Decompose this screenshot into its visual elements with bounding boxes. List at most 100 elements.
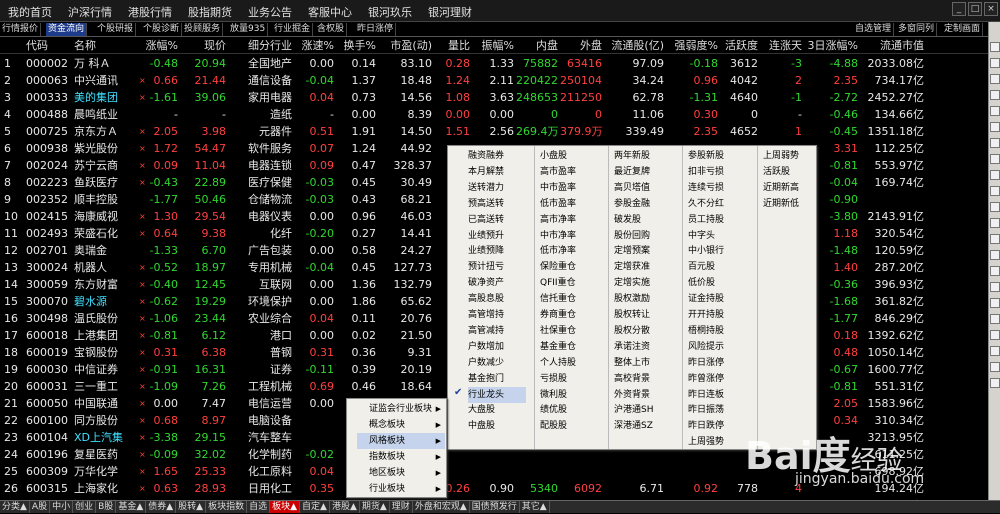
submenu-item[interactable]: 破发股 (614, 212, 672, 228)
submenu-item[interactable]: 两年新股 (614, 148, 672, 164)
tab-item[interactable]: 行业掘金 (272, 23, 314, 36)
submenu-item[interactable]: 定增实施 (614, 275, 672, 291)
column-header[interactable] (4, 38, 26, 54)
bottom-tab[interactable]: 自定▲ (300, 501, 330, 513)
submenu-item[interactable]: 低价股 (688, 275, 746, 291)
submenu-item[interactable]: 近期新低 (763, 196, 821, 212)
tab-item[interactable]: 个股诊断 (141, 23, 183, 36)
submenu-item[interactable]: 高市盈率 (540, 164, 598, 180)
context-menu-item[interactable]: 风格板块 ▶ (357, 433, 445, 449)
submenu-item[interactable]: 破净资产 (468, 275, 526, 291)
submenu-item[interactable]: 最近复牌 (614, 164, 672, 180)
table-row[interactable]: 1 000002 万 科Ａ -0.48 20.94 全国地产 0.00 0.14 83.10 0.… (0, 55, 988, 72)
submenu-item[interactable]: 预高送转 (468, 196, 526, 212)
bottom-tab[interactable]: 分类▲ (0, 501, 30, 513)
toolbar-icon[interactable] (990, 298, 1000, 308)
submenu-item[interactable]: 券商重仓 (540, 307, 598, 323)
submenu-item[interactable]: 上周强势 (688, 434, 746, 450)
table-row[interactable]: 3 000333 美的集团 -1.61 39.06 家用电器 0.04 0.73 14.56 1.… (0, 89, 988, 106)
submenu-item[interactable]: 基金抱门 (468, 371, 526, 387)
submenu-item[interactable]: 参股金融 (614, 196, 672, 212)
submenu-item[interactable]: 基金重仓 (540, 339, 598, 355)
toolbar-icon[interactable] (990, 58, 1000, 68)
submenu-item[interactable]: 预计扭亏 (468, 259, 526, 275)
tab-right-item[interactable]: 自选管理 (853, 23, 895, 36)
submenu-item[interactable]: 高管减持 (468, 323, 526, 339)
submenu-item[interactable]: 员工持股 (688, 212, 746, 228)
submenu-item[interactable]: 近期新高 (763, 180, 821, 196)
bottom-tab[interactable]: 外盘和宏观▲ (413, 501, 470, 513)
menu-item[interactable]: 沪深行情 (60, 0, 120, 21)
column-header[interactable]: 内盘 (516, 38, 558, 54)
submenu-item[interactable]: 高股息股 (468, 291, 526, 307)
column-header[interactable]: 代码 (26, 38, 70, 54)
submenu-item[interactable]: 中小银行 (688, 243, 746, 259)
bottom-tab[interactable]: B股 (96, 501, 117, 513)
submenu-item[interactable]: 配股股 (540, 418, 598, 434)
toolbar-icon[interactable] (990, 314, 1000, 324)
bottom-tab[interactable]: 其它▲ (520, 501, 550, 513)
column-header[interactable]: 外盘 (560, 38, 602, 54)
toolbar-icon[interactable] (990, 362, 1000, 372)
submenu-item[interactable]: 连续亏损 (688, 180, 746, 196)
submenu-item[interactable]: 股份回购 (614, 228, 672, 244)
submenu-item[interactable]: 户数减少 (468, 355, 526, 371)
tab-item[interactable]: 昨日涨停 (355, 23, 397, 36)
submenu-item[interactable]: 风险提示 (688, 339, 746, 355)
submenu-item[interactable]: 整体上市 (614, 355, 672, 371)
submenu-item[interactable]: 定增预案 (614, 243, 672, 259)
toolbar-icon[interactable] (990, 154, 1000, 164)
submenu-item[interactable]: 已高送转 (468, 212, 526, 228)
column-header[interactable]: 振幅% (472, 38, 514, 54)
table-row[interactable]: 4 000488 晨鸣纸业 - - 造纸 - 0.00 8.39 0.00 0.00 0 0 11.06 0… (0, 106, 988, 123)
submenu-item[interactable]: 高管增持 (468, 307, 526, 323)
context-menu-item[interactable]: 行业板块 ▶ (357, 481, 445, 497)
submenu-item[interactable]: 中盘股 (468, 418, 526, 434)
bottom-tab[interactable]: 基金▲ (116, 501, 147, 513)
submenu-item[interactable]: 高市净率 (540, 212, 598, 228)
tab-item[interactable]: 含权股 (315, 23, 348, 36)
toolbar-icon[interactable] (990, 138, 1000, 148)
tab-item[interactable]: 个股研报 (95, 23, 137, 36)
toolbar-icon[interactable] (990, 90, 1000, 100)
submenu-item[interactable]: 梧桐持股 (688, 323, 746, 339)
toolbar-icon[interactable] (990, 346, 1000, 356)
context-menu-item[interactable]: 地区板块 ▶ (357, 465, 445, 481)
submenu-item[interactable]: 沪港通SH (614, 402, 672, 418)
toolbar-icon[interactable] (990, 282, 1000, 292)
bottom-tab[interactable]: 股转▲ (176, 501, 207, 513)
tab-right-item[interactable]: 多窗同列 (896, 23, 938, 36)
toolbar-icon[interactable] (990, 378, 1000, 388)
bottom-tab[interactable]: 国债预发行 (470, 501, 520, 513)
toolbar-icon[interactable] (990, 122, 1000, 132)
tab-item[interactable]: 投顾服务 (182, 23, 224, 36)
submenu-item[interactable]: 中字头 (688, 228, 746, 244)
bottom-tab[interactable]: 板块▲ (270, 501, 301, 513)
submenu-item[interactable]: 个人持股 (540, 355, 598, 371)
menu-item[interactable]: 股指期货 (180, 0, 240, 21)
bottom-tab[interactable]: 债券▲ (146, 501, 177, 513)
submenu-item[interactable]: 高校背景 (614, 371, 672, 387)
context-menu-item[interactable]: 指数板块 ▶ (357, 449, 445, 465)
menu-item[interactable]: 客服中心 (300, 0, 360, 21)
menu-item[interactable]: 银河玖乐 (360, 0, 420, 21)
column-header[interactable]: 流通市值 (862, 38, 924, 54)
submenu-item[interactable]: 定增获准 (614, 259, 672, 275)
submenu-item[interactable]: 开开持股 (688, 307, 746, 323)
column-header[interactable]: 细分行业 (230, 38, 292, 54)
submenu-item[interactable]: 承诺注资 (614, 339, 672, 355)
toolbar-icon[interactable] (990, 266, 1000, 276)
submenu-item[interactable]: 社保重仓 (540, 323, 598, 339)
toolbar-icon[interactable] (990, 218, 1000, 228)
column-header[interactable]: 量比 (434, 38, 470, 54)
submenu-item[interactable]: 久不分红 (688, 196, 746, 212)
bottom-tab[interactable]: 中小 (50, 501, 74, 513)
submenu-item[interactable]: 昨日连板 (688, 387, 746, 403)
bottom-tab[interactable]: 期货▲ (360, 501, 390, 513)
toolbar-icon[interactable] (990, 186, 1000, 196)
submenu-item[interactable]: 参股新股 (688, 148, 746, 164)
submenu-item[interactable]: 低市盈率 (540, 196, 598, 212)
bottom-tab[interactable]: 板块指数 (206, 501, 248, 513)
toolbar-icon[interactable] (990, 170, 1000, 180)
column-header[interactable]: 换手% (336, 38, 376, 54)
